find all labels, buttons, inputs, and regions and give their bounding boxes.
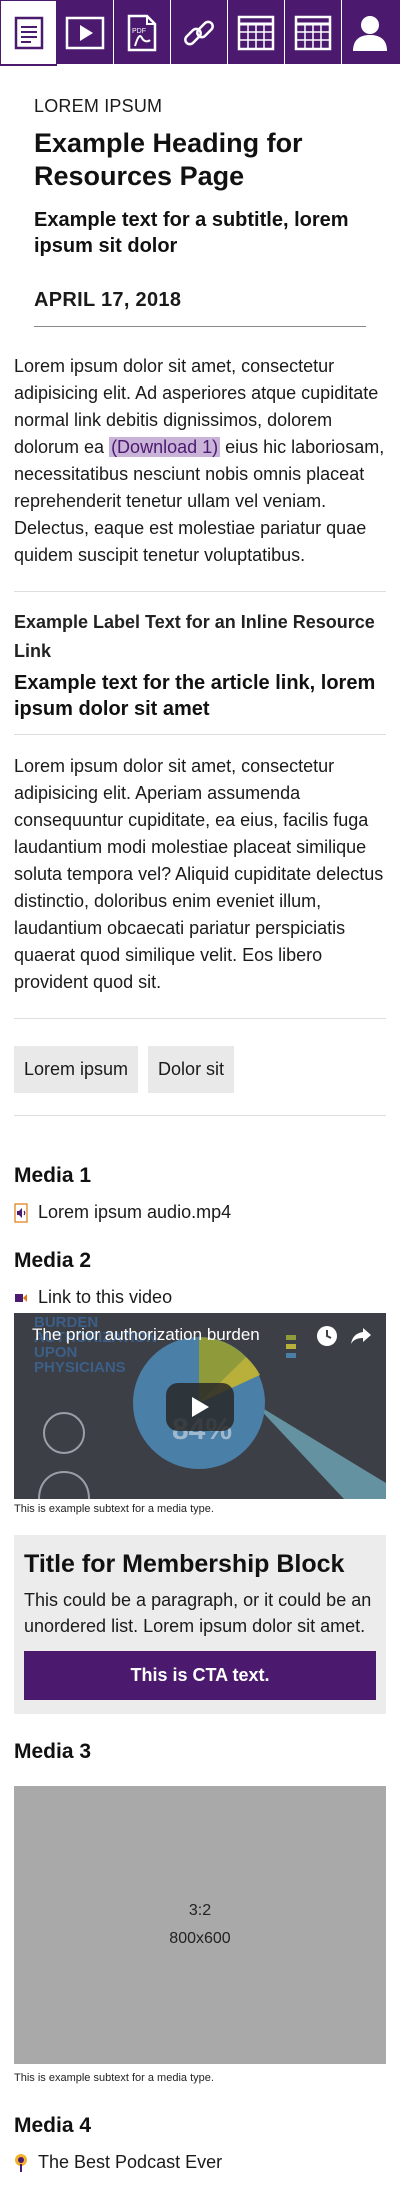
image-ratio: 3:2	[188, 1902, 212, 1919]
document-lines-icon	[14, 16, 43, 49]
play-button[interactable]	[166, 1383, 234, 1431]
tab-link[interactable]	[171, 0, 228, 66]
media-subtext: This is example subtext for a media type…	[14, 2072, 214, 2084]
tab-document[interactable]	[0, 0, 57, 66]
video-player[interactable]: BURDEN AUTHORIZATION UPON PHYSICIANS The…	[14, 1313, 386, 1499]
divider	[14, 734, 386, 735]
tab-profile[interactable]	[342, 0, 397, 66]
image-placeholder: 3:2 800x600	[14, 1786, 386, 2064]
tab-pdf[interactable]: PDF	[114, 0, 171, 66]
table-grid-icon	[237, 15, 275, 51]
chain-link-icon	[184, 20, 214, 46]
media-1-heading: Media 1	[14, 1164, 92, 1187]
svg-text:PDF: PDF	[132, 28, 146, 35]
media-1: Media 1 Lorem ipsum audio.mp4	[0, 1164, 400, 1223]
body-paragraph: Lorem ipsum dolor sit amet, consectetur …	[14, 756, 384, 992]
play-video-icon	[65, 16, 105, 50]
podcast-icon	[14, 2153, 28, 2173]
download-link[interactable]: (Download 1)	[109, 437, 221, 457]
video-link[interactable]: Link to this video	[0, 1287, 400, 1308]
media-2-heading: Media 2	[14, 1249, 92, 1272]
eyebrow-label: LOREM IPSUM	[34, 96, 163, 116]
share-icon[interactable]	[350, 1326, 372, 1346]
media-subtext: This is example subtext for a media type…	[14, 1503, 214, 1515]
intro-paragraph: Lorem ipsum dolor sit amet, consectetur …	[0, 353, 400, 569]
video-title: The prior authorization burden	[32, 1325, 260, 1344]
tag-list: Lorem ipsum Dolor sit	[0, 1019, 400, 1115]
divider	[14, 1115, 386, 1116]
audio-file-icon	[14, 1202, 28, 1223]
table-grid-icon	[294, 15, 332, 51]
media-2: Media 2 Link to this video BURDEN AUTHOR…	[0, 1249, 400, 1515]
membership-title: Title for Membership Block	[24, 1550, 345, 1578]
podcast-title: The Best Podcast Ever	[38, 2152, 223, 2172]
media-4-heading: Media 4	[14, 2114, 92, 2137]
tag-item[interactable]: Lorem ipsum	[14, 1046, 139, 1093]
page-title: Example Heading for Resources Page	[34, 128, 303, 191]
tab-video[interactable]	[57, 0, 114, 66]
video-link-label: Link to this video	[38, 1287, 173, 1307]
publish-date: APRIL 17, 2018	[34, 289, 366, 327]
inline-resource-label: Example Label Text for an Inline Resourc…	[14, 612, 375, 661]
video-overlay-text: BURDEN AUTHORIZATION UPON PHYSICIANS	[34, 1314, 158, 1376]
clock-icon[interactable]	[316, 1325, 338, 1347]
video-camera-icon	[14, 1288, 28, 1308]
tab-table-2[interactable]	[285, 0, 342, 66]
inline-resource-link[interactable]: Example text for the article link, lorem…	[14, 670, 386, 722]
podcast-link[interactable]: The Best Podcast Ever	[0, 2152, 400, 2173]
image-size: 800x600	[169, 1930, 231, 1947]
user-icon	[352, 16, 387, 51]
audio-file-link[interactable]: Lorem ipsum audio.mp4	[0, 1202, 400, 1223]
media-4: Media 4 The Best Podcast Ever	[0, 2114, 400, 2173]
pdf-file-icon: PDF	[127, 14, 157, 52]
page-subtitle: Example text for a subtitle, lorem ipsum…	[34, 209, 349, 257]
membership-block: Title for Membership Block This could be…	[14, 1535, 386, 1714]
play-icon	[192, 1397, 209, 1417]
audio-file-name: Lorem ipsum audio.mp4	[38, 1202, 232, 1222]
media-3-heading: Media 3	[14, 1740, 92, 1763]
media-3: Media 3 3:2 800x600 This is example subt…	[0, 1740, 400, 2084]
resource-tab-bar: PDF	[0, 0, 400, 66]
cta-button[interactable]: This is CTA text.	[24, 1651, 376, 1700]
tab-table-1[interactable]	[228, 0, 285, 66]
tag-item[interactable]: Dolor sit	[148, 1046, 235, 1093]
inline-resource: Example Label Text for an Inline Resourc…	[0, 592, 400, 734]
membership-text: This could be a paragraph, or it could b…	[24, 1590, 372, 1636]
